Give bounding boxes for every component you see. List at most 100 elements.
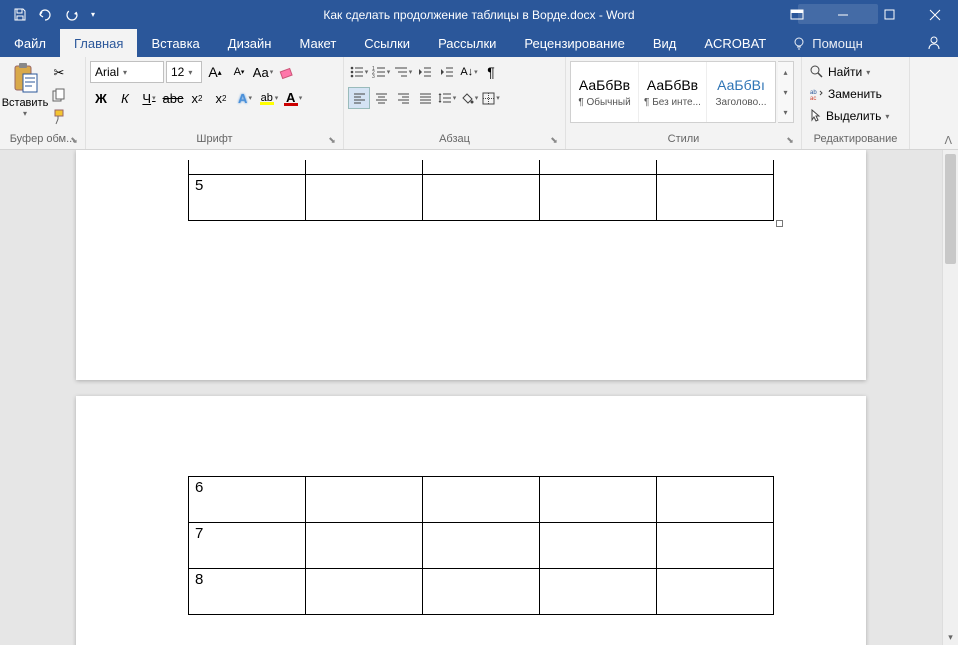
replace-button[interactable]: abac Заменить — [806, 83, 886, 105]
text-effects-button[interactable]: A — [234, 87, 256, 109]
tab-mailings[interactable]: Рассылки — [424, 29, 510, 57]
scroll-down-button[interactable]: ▾ — [943, 629, 958, 645]
numbering-button[interactable]: 123 — [370, 61, 392, 83]
table-cell[interactable] — [423, 569, 540, 615]
table-row[interactable]: 8 — [189, 569, 774, 615]
page-1[interactable]: 5 — [76, 150, 866, 380]
table-cell[interactable] — [657, 523, 774, 569]
change-case-button[interactable]: Aa — [252, 61, 274, 83]
line-spacing-button[interactable] — [436, 87, 458, 109]
find-button[interactable]: Найти ▾ — [806, 61, 874, 83]
table-cell[interactable] — [657, 477, 774, 523]
tell-me[interactable]: Помощн — [780, 29, 875, 57]
grow-font-button[interactable]: A▴ — [204, 61, 226, 83]
font-name-combo[interactable]: Arial▾ — [90, 61, 164, 83]
decrease-indent-button[interactable] — [414, 61, 436, 83]
table-row[interactable]: 7 — [189, 523, 774, 569]
table-cell[interactable] — [540, 174, 657, 220]
strikethrough-button[interactable]: abc — [162, 87, 184, 109]
tab-layout[interactable]: Макет — [285, 29, 350, 57]
bold-button[interactable]: Ж — [90, 87, 112, 109]
save-button[interactable] — [8, 3, 32, 27]
document-table-1[interactable]: 5 — [188, 160, 774, 221]
show-marks-button[interactable]: ¶ — [480, 61, 502, 83]
page-2[interactable]: 6 7 8 — [76, 396, 866, 645]
redo-button[interactable] — [60, 3, 84, 27]
tab-design[interactable]: Дизайн — [214, 29, 286, 57]
tab-view[interactable]: Вид — [639, 29, 691, 57]
table-cell[interactable]: 8 — [189, 569, 306, 615]
table-cell[interactable] — [657, 569, 774, 615]
clear-formatting-button[interactable] — [276, 61, 298, 83]
account-area[interactable] — [798, 4, 878, 24]
clipboard-dialog-launcher[interactable]: ⬊ — [67, 133, 81, 147]
table-cell[interactable] — [423, 174, 540, 220]
tab-review[interactable]: Рецензирование — [510, 29, 638, 57]
style-heading1[interactable]: АаБбВı Заголово... — [707, 62, 775, 122]
styles-dialog-launcher[interactable]: ⬊ — [783, 133, 797, 147]
style-no-spacing[interactable]: АаБбВв ¶ Без инте... — [639, 62, 707, 122]
tab-references[interactable]: Ссылки — [350, 29, 424, 57]
close-button[interactable] — [912, 0, 958, 29]
table-row[interactable] — [189, 160, 774, 174]
table-cell[interactable] — [423, 523, 540, 569]
borders-button[interactable] — [480, 87, 502, 109]
highlight-button[interactable]: ab — [258, 87, 280, 109]
italic-button[interactable]: К — [114, 87, 136, 109]
style-normal[interactable]: АаБбВв ¶ Обычный — [571, 62, 639, 122]
align-right-button[interactable] — [392, 87, 414, 109]
table-cell[interactable] — [306, 569, 423, 615]
table-cell[interactable] — [657, 174, 774, 220]
align-left-button[interactable] — [348, 87, 370, 109]
sort-button[interactable]: A↓ — [458, 61, 480, 83]
lightbulb-icon — [792, 36, 806, 50]
table-cell[interactable]: 5 — [189, 174, 306, 220]
table-row[interactable]: 5 — [189, 174, 774, 220]
undo-button[interactable] — [34, 3, 58, 27]
font-dialog-launcher[interactable]: ⬊ — [325, 133, 339, 147]
justify-button[interactable] — [414, 87, 436, 109]
scrollbar-thumb[interactable] — [945, 154, 956, 264]
table-cell[interactable] — [540, 477, 657, 523]
bullets-button[interactable] — [348, 61, 370, 83]
table-row[interactable]: 6 — [189, 477, 774, 523]
underline-button[interactable]: Ч — [138, 87, 160, 109]
copy-button[interactable] — [48, 85, 70, 105]
tab-file[interactable]: Файл — [0, 29, 60, 57]
font-color-button[interactable]: A — [282, 87, 304, 109]
increase-indent-button[interactable] — [436, 61, 458, 83]
table-cell[interactable] — [306, 477, 423, 523]
table-cell[interactable]: 7 — [189, 523, 306, 569]
shrink-font-button[interactable]: A▾ — [228, 61, 250, 83]
tab-acrobat[interactable]: ACROBAT — [690, 29, 780, 57]
paragraph-dialog-launcher[interactable]: ⬊ — [547, 133, 561, 147]
superscript-button[interactable]: x2 — [210, 87, 232, 109]
style-scroll-down[interactable]: ▾ — [778, 82, 793, 102]
collapse-ribbon-button[interactable]: ᐱ — [944, 134, 952, 147]
share-button[interactable] — [910, 29, 958, 57]
vertical-scrollbar[interactable]: ▾ — [942, 150, 958, 645]
cut-button[interactable]: ✂ — [48, 63, 70, 83]
subscript-button[interactable]: x2 — [186, 87, 208, 109]
shading-button[interactable] — [458, 87, 480, 109]
tab-insert[interactable]: Вставка — [137, 29, 213, 57]
table-cell[interactable] — [423, 477, 540, 523]
format-painter-button[interactable] — [48, 107, 70, 127]
paste-button[interactable]: Вставить ▾ — [4, 59, 46, 131]
font-size-combo[interactable]: 12▾ — [166, 61, 202, 83]
select-button[interactable]: Выделить ▾ — [806, 105, 893, 127]
document-area[interactable]: 5 6 7 8 — [0, 150, 942, 645]
qat-customize-button[interactable]: ▾ — [86, 3, 100, 27]
style-expand[interactable]: ▾ — [778, 102, 793, 122]
style-scroll-up[interactable]: ▴ — [778, 62, 793, 82]
table-cell[interactable] — [306, 523, 423, 569]
align-center-button[interactable] — [370, 87, 392, 109]
table-cell[interactable] — [306, 174, 423, 220]
search-icon — [810, 65, 824, 79]
table-cell[interactable]: 6 — [189, 477, 306, 523]
tab-home[interactable]: Главная — [60, 29, 137, 57]
multilevel-list-button[interactable] — [392, 61, 414, 83]
table-cell[interactable] — [540, 523, 657, 569]
document-table-2[interactable]: 6 7 8 — [188, 476, 774, 615]
table-cell[interactable] — [540, 569, 657, 615]
